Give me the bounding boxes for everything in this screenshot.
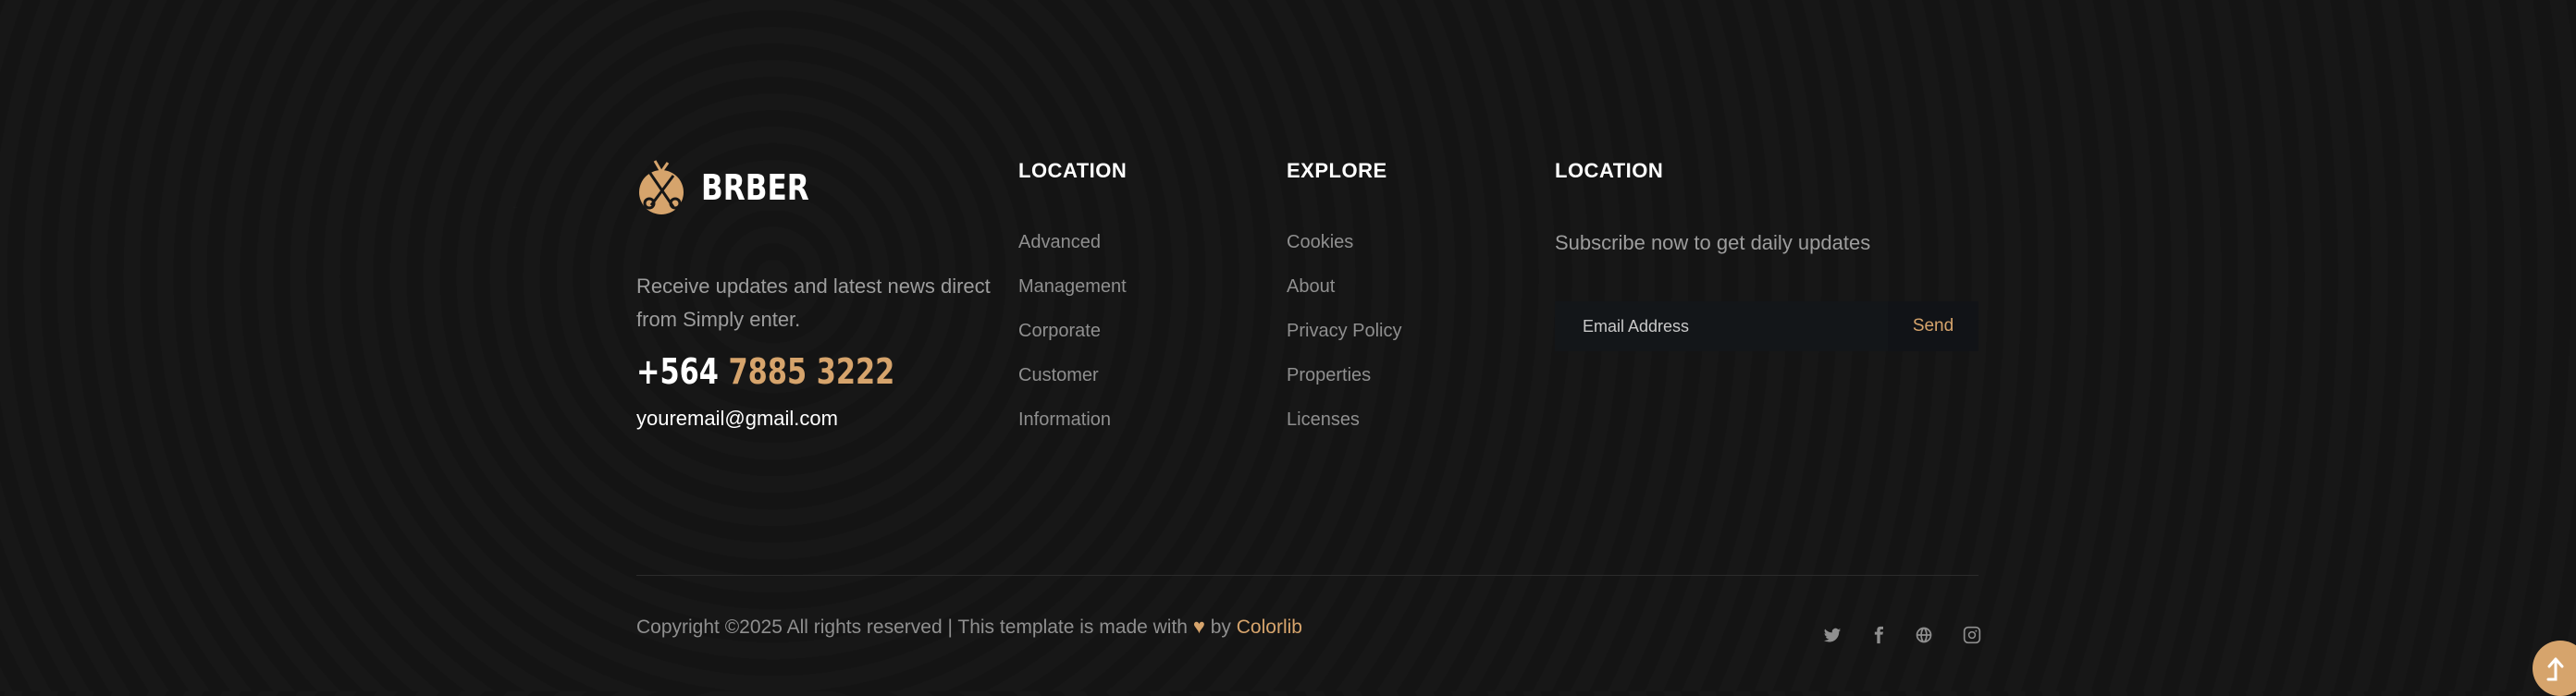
phone-country-code: +564 [636,351,719,392]
scissors-logo-icon [639,160,684,214]
instagram-icon[interactable] [1963,626,1981,644]
phone-digits: 7885 3222 [728,351,895,392]
link-management[interactable]: Management [1018,264,1127,309]
heart-icon: ♥ [1192,615,1205,638]
link-customer[interactable]: Customer [1018,353,1127,397]
site-footer: BRBER Receive updates and latest news di… [0,0,2576,696]
phone-number[interactable]: +564 7885 3222 [636,351,894,392]
link-about[interactable]: About [1287,264,1401,309]
link-information[interactable]: Information [1018,397,1127,442]
explore-links: Cookies About Privacy Policy Properties … [1287,220,1401,442]
link-licenses[interactable]: Licenses [1287,397,1401,442]
twitter-icon[interactable] [1823,626,1842,644]
copyright-text: Copyright ©2025 All rights reserved | Th… [636,615,1302,639]
send-button[interactable]: Send [1888,301,1978,351]
contact-email[interactable]: youremail@gmail.com [636,407,838,431]
email-address-input[interactable] [1555,301,1888,351]
link-advanced[interactable]: Advanced [1018,220,1127,264]
link-privacy-policy[interactable]: Privacy Policy [1287,309,1401,353]
subscribe-form: Send [1555,301,1978,351]
link-properties[interactable]: Properties [1287,353,1401,397]
globe-icon[interactable] [1915,626,1933,644]
column-heading-location: LOCATION [1018,159,1128,182]
brand-logo[interactable]: BRBER [636,159,832,216]
footer-divider [636,575,1978,576]
arrow-up-icon [2546,657,2564,681]
location-links: Advanced Management Corporate Customer I… [1018,220,1127,442]
brand-description: Receive updates and latest news direct f… [636,275,991,331]
copyright-by: by [1210,617,1231,638]
column-heading-explore: EXPLORE [1287,159,1387,182]
copyright-prefix: Copyright ©2025 All rights reserved | Th… [636,617,1188,638]
facebook-icon[interactable] [1869,626,1888,644]
brand-name: BRBER [701,167,809,208]
colorlib-link[interactable]: Colorlib [1237,617,1302,638]
subscribe-text: Subscribe now to get daily updates [1555,231,1871,254]
link-cookies[interactable]: Cookies [1287,220,1401,264]
column-heading-subscribe: LOCATION [1555,159,1664,182]
link-corporate[interactable]: Corporate [1018,309,1127,353]
back-to-top-button[interactable] [2533,641,2576,696]
